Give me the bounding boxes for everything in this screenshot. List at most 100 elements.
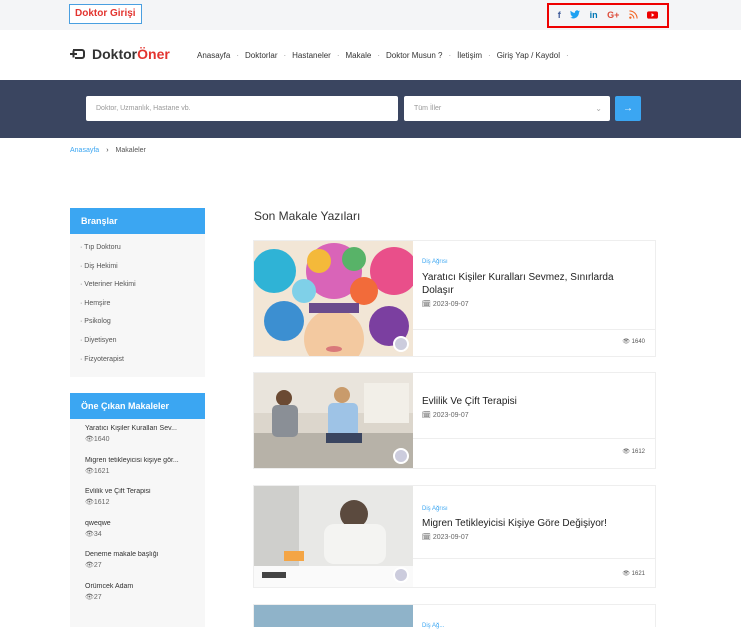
article-views: 👁 1621 — [622, 571, 645, 577]
nav-separator: · — [448, 51, 452, 60]
article-views: 👁 1640 — [622, 339, 645, 345]
top-bar: Doktor Girişi f in G+ — [0, 0, 741, 30]
article-info: Evlilik Ve Çift Terapisi 🗓 2023-09-07 — [422, 395, 647, 419]
eye-icon: 👁 — [85, 467, 94, 475]
article-thumbnail[interactable] — [254, 373, 413, 468]
featured-item-title[interactable]: Migren tetikleyicisi kişiye gör... — [85, 457, 205, 464]
calendar-icon: 🗓 — [422, 301, 431, 308]
featured-item-title[interactable]: Örümcek Adam — [85, 583, 205, 590]
facebook-icon[interactable]: f — [558, 11, 561, 20]
city-select-value: Tüm İller — [414, 105, 442, 112]
author-avatar[interactable] — [393, 336, 409, 352]
nav-separator: · — [488, 51, 491, 60]
featured-item-title[interactable]: Deneme makale başlığı — [85, 551, 205, 558]
branch-item[interactable]: · Hemşire — [80, 295, 205, 314]
featured-item[interactable]: qweqwe 👁34 — [85, 520, 205, 552]
branch-item[interactable]: · Fizyoterapist — [80, 351, 205, 370]
featured-item-views: 👁1621 — [85, 467, 110, 475]
eye-icon: 👁 — [622, 449, 630, 455]
logo-icon — [70, 49, 85, 59]
eye-icon: 👁 — [85, 593, 94, 601]
card-divider — [413, 438, 655, 439]
article-card[interactable]: Diş Ağrısı Migren Tetikleyicisi Kişiye G… — [253, 485, 656, 588]
card-divider — [413, 558, 655, 559]
featured-item[interactable]: Deneme makale başlığı 👁27 — [85, 551, 205, 583]
article-card[interactable]: Diş Ağrısı Yaratıcı Kişiler Kuralları Se… — [253, 240, 656, 357]
article-title[interactable]: Yaratıcı Kişiler Kuralları Sevmez, Sınır… — [422, 271, 647, 297]
article-thumbnail[interactable] — [254, 241, 413, 356]
article-title[interactable]: Evlilik Ve Çift Terapisi — [422, 395, 647, 408]
section-title: Son Makale Yazıları — [254, 209, 361, 223]
logo-text-oner: Öner — [137, 46, 170, 62]
logo-text-doktor: Doktor — [92, 46, 138, 62]
branch-item[interactable]: · Diş Hekimi — [80, 258, 205, 277]
featured-item-title[interactable]: Yaratıcı Kişiler Kuralları Sev... — [85, 425, 205, 432]
featured-item[interactable]: Yaratıcı Kişiler Kuralları Sev... 👁1640 — [85, 425, 205, 457]
doctor-login-button[interactable]: Doktor Girişi — [69, 4, 142, 24]
eye-icon: 👁 — [622, 571, 630, 577]
article-thumbnail[interactable] — [254, 486, 413, 587]
featured-item-title[interactable]: qweqwe — [85, 520, 205, 527]
article-views: 👁 1612 — [622, 449, 645, 455]
chevron-down-icon: ⌄ — [595, 104, 602, 113]
article-category[interactable]: Diş Ağ... — [422, 623, 647, 629]
nav-articles[interactable]: Makale — [346, 51, 372, 60]
nav-contact[interactable]: İletişim — [457, 51, 482, 60]
featured-item-views: 👁27 — [85, 562, 102, 569]
city-select[interactable]: Tüm İller ⌄ — [404, 96, 610, 121]
featured-item-views: 👁34 — [85, 530, 102, 538]
search-input[interactable]: Doktor, Uzmanlık, Hastane vb. — [86, 96, 398, 121]
branches-list: · Tıp Doktoru · Diş Hekimi · Veteriner H… — [70, 234, 205, 369]
featured-item-title[interactable]: Evlilik ve Çift Terapisi — [85, 488, 205, 495]
branch-item[interactable]: · Tıp Doktoru — [80, 239, 205, 258]
author-avatar[interactable] — [393, 448, 409, 464]
branch-item[interactable]: · Psikolog — [80, 313, 205, 332]
featured-item-views: 👁27 — [85, 593, 102, 601]
calendar-icon: 🗓 — [422, 534, 431, 541]
breadcrumb: Anasayfa › Makaleler — [70, 147, 146, 154]
social-links: f in G+ — [547, 3, 669, 28]
rss-icon[interactable] — [628, 10, 638, 21]
eye-icon: 👁 — [85, 436, 94, 443]
card-divider — [413, 329, 655, 330]
article-category[interactable]: Diş Ağrısı — [422, 506, 647, 512]
breadcrumb-home[interactable]: Anasayfa — [70, 147, 99, 154]
featured-item-views: 👁1640 — [85, 436, 110, 443]
article-thumbnail[interactable] — [254, 605, 413, 627]
nav-login-register[interactable]: Giriş Yap / Kaydol — [497, 51, 560, 60]
featured-item[interactable]: Evlilik ve Çift Terapisi 👁1612 — [85, 488, 205, 520]
search-button[interactable]: → — [615, 96, 641, 121]
nav-separator: · — [377, 51, 380, 60]
youtube-icon[interactable] — [647, 10, 659, 21]
main-nav: Anasayfa · Doktorlar · Hastaneler · Makale ·… — [191, 51, 569, 60]
nav-home[interactable]: Anasayfa — [197, 51, 230, 60]
branch-item[interactable]: · Veteriner Hekimi — [80, 276, 205, 295]
eye-icon: 👁 — [85, 562, 94, 569]
nav-separator: · — [236, 51, 240, 60]
site-logo[interactable]: Doktor Öner — [70, 46, 170, 62]
author-avatar[interactable] — [393, 567, 409, 583]
nav-separator: · — [565, 51, 569, 60]
main-navbar: Doktor Öner Anasayfa · Doktorlar · Hastanel… — [0, 30, 741, 80]
nav-hospitals[interactable]: Hastaneler — [292, 51, 331, 60]
nav-are-you-doctor[interactable]: Doktor Musun ? — [386, 51, 442, 60]
article-card[interactable]: Evlilik Ve Çift Terapisi 🗓 2023-09-07 👁 … — [253, 372, 656, 469]
google-plus-icon[interactable]: G+ — [607, 11, 619, 20]
calendar-icon: 🗓 — [422, 412, 431, 419]
nav-doctors[interactable]: Doktorlar — [245, 51, 277, 60]
featured-item-views: 👁1612 — [85, 499, 110, 506]
eye-icon: 👁 — [622, 339, 630, 345]
article-date: 🗓 2023-09-07 — [422, 412, 469, 419]
twitter-icon[interactable] — [570, 10, 581, 21]
featured-item[interactable]: Örümcek Adam 👁27 — [85, 583, 205, 615]
article-category[interactable]: Diş Ağrısı — [422, 259, 647, 265]
branch-item[interactable]: · Diyetisyen — [80, 332, 205, 351]
nav-separator: · — [283, 51, 287, 60]
featured-item[interactable]: Migren tetikleyicisi kişiye gör... 👁1621 — [85, 457, 205, 489]
article-title[interactable]: Migren Tetikleyicisi Kişiye Göre Değişiy… — [422, 517, 647, 530]
linkedin-icon[interactable]: in — [590, 11, 598, 20]
branches-title: Branşlar — [70, 208, 205, 234]
article-info: Diş Ağ... — [422, 623, 647, 629]
article-card[interactable]: Diş Ağ... — [253, 604, 656, 629]
article-date: 🗓 2023-09-07 — [422, 301, 469, 308]
